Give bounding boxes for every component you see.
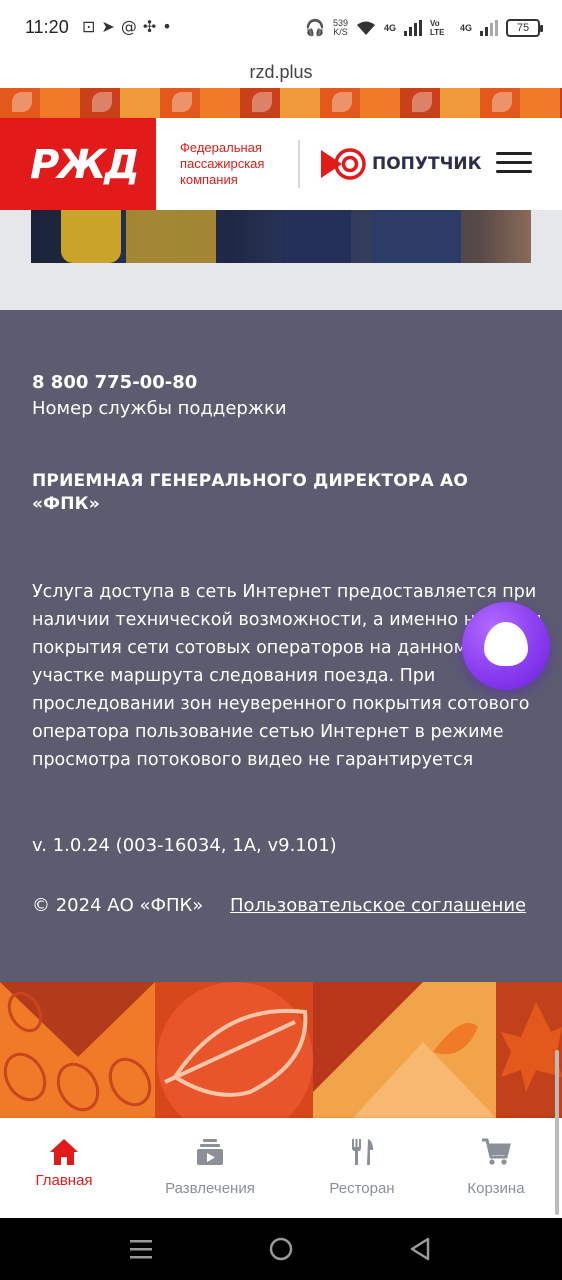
signal-icon-1 <box>403 20 422 36</box>
nav-home[interactable]: Главная <box>16 1118 112 1218</box>
fpk-line-3: компания <box>180 172 238 187</box>
fpk-line-1: Федеральная <box>180 140 262 155</box>
cart-icon <box>482 1138 511 1165</box>
network-speed: 539 K/S <box>333 19 348 37</box>
app-version: v. 1.0.24 (003-16034, 1A, v9.101) <box>32 835 337 856</box>
nav-restaurant[interactable]: Ресторан <box>312 1118 412 1218</box>
speed-unit: K/S <box>333 27 348 37</box>
system-nav-bar <box>0 1218 562 1280</box>
menu-icon-bar-2 <box>496 161 532 164</box>
nav-entertainment-label: Развлечения <box>165 1180 255 1197</box>
page-scrollbar[interactable] <box>555 1050 559 1215</box>
recent-apps-icon[interactable] <box>126 1236 156 1262</box>
content-gray-area <box>0 210 562 310</box>
rzd-logo[interactable]: РЖД <box>0 118 156 210</box>
fpk-line-2: пассажирская <box>180 156 265 171</box>
net-label-2: Vo LTE <box>429 19 445 37</box>
bottom-nav: Главная Развлечения Ресторан Корзина <box>0 1118 562 1218</box>
maple-leaf-icon <box>501 1002 562 1092</box>
user-agreement-link[interactable]: Пользовательское соглашение <box>230 895 526 916</box>
status-time: 11:20 <box>25 17 69 37</box>
poputchik-logo-icon <box>321 148 366 180</box>
signal-icon-2 <box>480 20 498 36</box>
home-icon <box>50 1139 78 1165</box>
menu-button[interactable] <box>496 152 532 178</box>
support-phone[interactable]: 8 800 775-00-80 <box>32 372 197 393</box>
copyright: © 2024 АО «ФПК» <box>32 895 204 916</box>
back-icon[interactable] <box>406 1236 436 1262</box>
nav-home-label: Главная <box>35 1172 93 1189</box>
battery-icon: 75 <box>506 19 543 37</box>
banner-triangles <box>313 982 496 1118</box>
nav-cart-label: Корзина <box>467 1180 525 1197</box>
nav-entertainment[interactable]: Развлечения <box>150 1118 270 1218</box>
url-bar[interactable]: rzd.plus <box>0 56 562 88</box>
header-divider <box>298 140 300 188</box>
status-right: 🎧 539 K/S 4G Vo LTE 4G 75 <box>305 14 543 42</box>
photo-person-4 <box>371 210 461 263</box>
director-reception-link[interactable]: ПРИЕМНАЯ ГЕНЕРАЛЬНОГО ДИРЕКТОРА АО «ФПК» <box>32 470 532 516</box>
fpk-logo: Федеральная пассажирская компания <box>180 140 264 188</box>
entertainment-icon <box>197 1139 223 1165</box>
photo-person-3 <box>281 210 351 263</box>
wifi-icon <box>356 21 375 35</box>
rzd-logo-text: РЖД <box>30 142 140 188</box>
photo-person-1 <box>61 210 121 263</box>
alice-assistant-button[interactable] <box>462 602 550 690</box>
leaf-pattern-left <box>0 982 155 1112</box>
notification-icons: ⊡➤@✣• <box>82 17 178 36</box>
site-header: РЖД Федеральная пассажирская компания ПО… <box>0 118 562 210</box>
internet-notice: Услуга доступа в сеть Интернет предостав… <box>32 582 542 770</box>
home-circle-icon[interactable] <box>266 1236 296 1262</box>
menu-icon-bar-1 <box>496 152 532 155</box>
banner-photo[interactable] <box>31 210 531 263</box>
big-leaf-icon <box>157 982 313 1118</box>
restaurant-icon <box>352 1139 373 1165</box>
headphones-icon: 🎧 <box>305 20 325 37</box>
net-label-1: 4G <box>383 23 396 33</box>
photo-person-2 <box>126 210 216 263</box>
support-phone-label: Номер службы поддержки <box>32 398 287 419</box>
nav-cart[interactable]: Корзина <box>450 1118 542 1218</box>
net-label-3: 4G <box>459 23 472 33</box>
nav-restaurant-label: Ресторан <box>329 1180 395 1197</box>
status-bar: 11:20 ⊡➤@✣• 🎧 539 K/S 4G Vo LTE 4G 75 <box>0 0 562 56</box>
autumn-pattern-top <box>0 88 562 118</box>
autumn-banner <box>0 982 562 1118</box>
menu-icon-bar-3 <box>496 170 532 173</box>
poputchik-label: ПОПУТЧИК <box>372 154 482 174</box>
